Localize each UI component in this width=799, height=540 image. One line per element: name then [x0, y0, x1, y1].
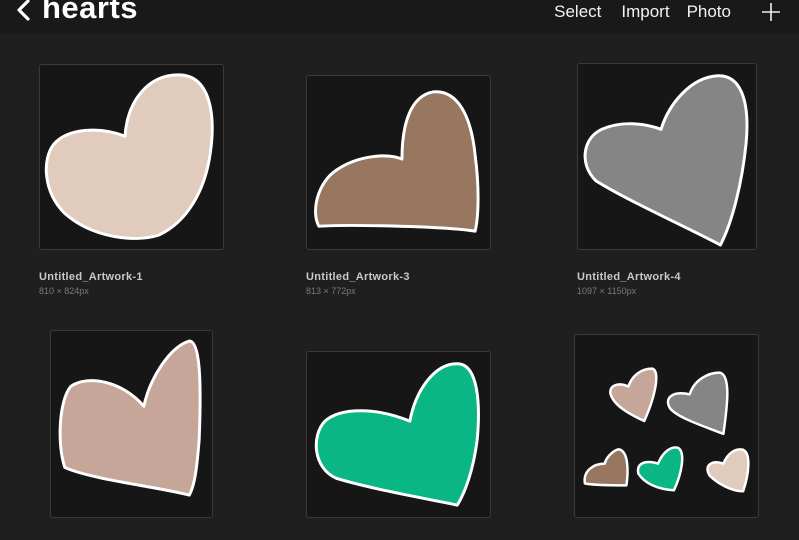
heart-artwork — [58, 339, 202, 497]
top-bar: hearts Select Import Photo — [0, 0, 799, 34]
artwork-name: Untitled_Artwork-3 — [306, 271, 410, 283]
heart-shape — [706, 448, 750, 493]
artwork-thumbnail[interactable] — [50, 330, 213, 518]
heart-shape — [583, 448, 629, 487]
artwork-dimensions: 1097 × 1150px — [577, 286, 637, 296]
heart-artwork — [583, 74, 749, 247]
artwork-thumbnail[interactable] — [574, 334, 759, 518]
heart-artwork — [314, 90, 480, 233]
heart-shape — [666, 371, 729, 436]
heart-artwork — [44, 73, 214, 240]
artwork-thumbnail[interactable] — [577, 63, 757, 250]
plus-icon[interactable] — [761, 2, 781, 22]
artwork-name: Untitled_Artwork-1 — [39, 271, 143, 283]
artwork-dimensions: 813 × 772px — [306, 286, 356, 296]
select-button[interactable]: Select — [554, 2, 601, 22]
hearts-collection-artwork — [583, 367, 750, 493]
page-title: hearts — [42, 0, 139, 25]
artwork-thumbnail[interactable] — [39, 64, 224, 250]
artwork-thumbnail[interactable] — [306, 75, 491, 250]
heart-shape — [609, 367, 658, 423]
photo-button[interactable]: Photo — [687, 2, 731, 22]
artwork-thumbnail[interactable] — [306, 351, 491, 518]
import-button[interactable]: Import — [621, 2, 669, 22]
artwork-dimensions: 810 × 824px — [39, 286, 89, 296]
artwork-name: Untitled_Artwork-4 — [577, 271, 681, 283]
toolbar-actions: Select Import Photo — [554, 2, 781, 22]
heart-shape — [636, 446, 684, 492]
chevron-left-icon[interactable] — [14, 0, 34, 23]
heart-artwork — [314, 362, 480, 507]
